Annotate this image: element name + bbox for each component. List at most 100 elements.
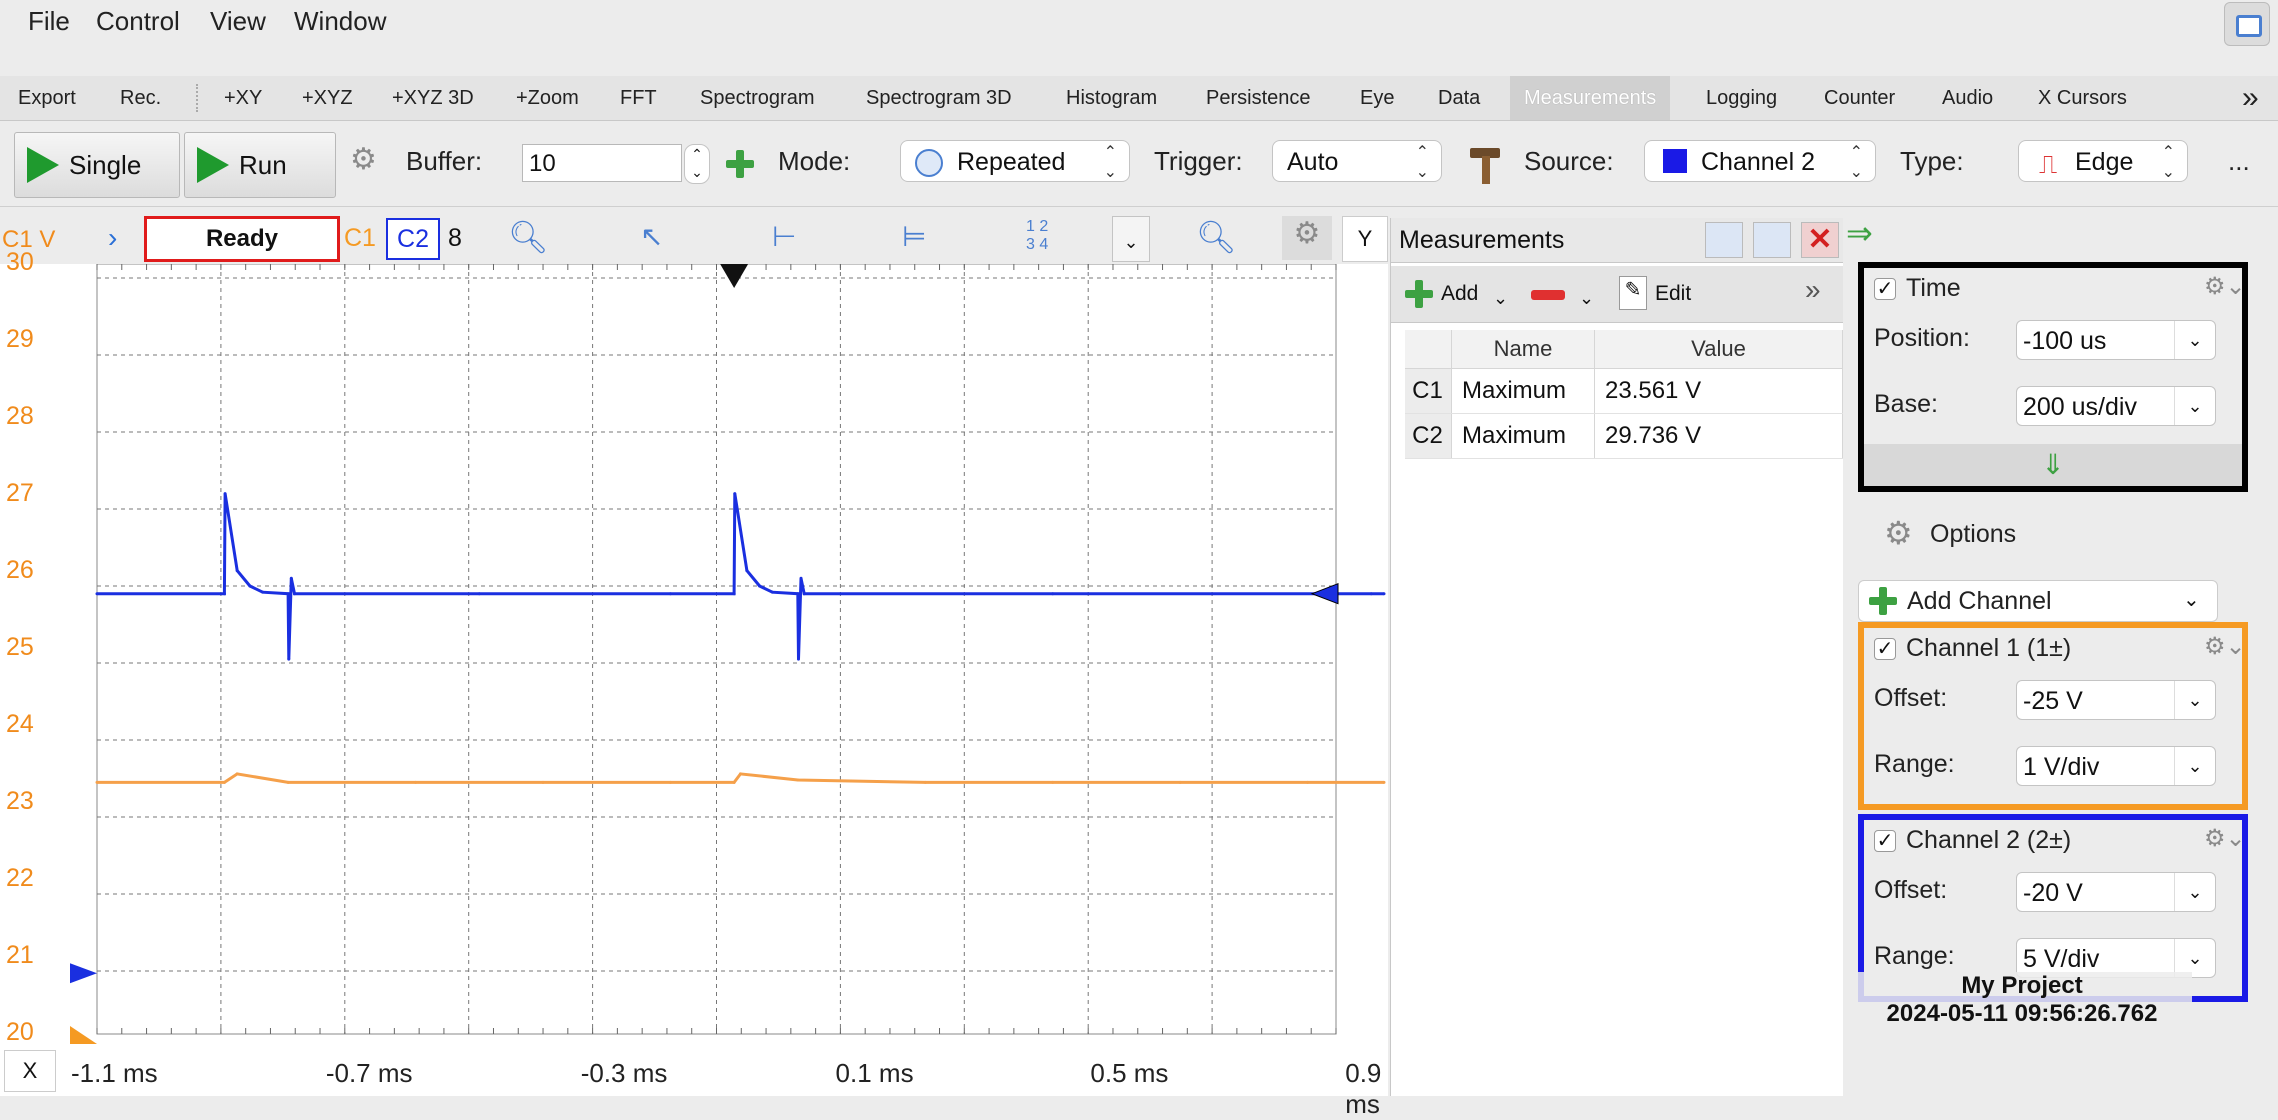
zoom-magnifier-icon[interactable]: 🔍︎	[508, 218, 549, 256]
tab-data[interactable]: Data	[1424, 76, 1494, 120]
horizontal-cursor-icon[interactable]: ⊢	[772, 220, 796, 253]
x-axis-button[interactable]: X	[4, 1050, 56, 1092]
channel-2-offset-label: Offset:	[1874, 876, 1948, 904]
data-point-c1	[796, 778, 800, 782]
tab-xy[interactable]: +XY	[210, 76, 276, 120]
source-label: Source:	[1524, 146, 1614, 176]
menu-file[interactable]: File	[28, 6, 70, 37]
add-channel-button[interactable]: Add Channel ⌄	[1858, 580, 2218, 622]
data-point-c2	[796, 592, 800, 596]
data-point-c1	[541, 780, 545, 784]
expand-arrow-icon[interactable]: ›	[108, 222, 117, 254]
c1-channel-button[interactable]: C1	[344, 224, 376, 253]
options-gear-icon[interactable]: ⚙	[1884, 514, 1913, 552]
edit-pencil-icon[interactable]: ✎	[1619, 276, 1647, 310]
time-expand-button[interactable]: ⇓	[1864, 444, 2242, 486]
single-button[interactable]: Single	[14, 132, 180, 198]
table-row[interactable]: C1 Maximum 23.561 V	[1405, 368, 1843, 414]
close-icon[interactable]: ✕	[1801, 222, 1839, 258]
channel-1-range-dropdown-icon: ⌄	[2174, 747, 2215, 785]
data-point-c2	[745, 569, 749, 573]
data-point-c2	[796, 657, 800, 661]
undock-icon[interactable]	[1705, 222, 1743, 258]
oscilloscope-chart[interactable]	[0, 264, 1388, 1044]
channel-1-range-select[interactable]: 1 V/div ⌄	[2016, 746, 2216, 786]
run-button[interactable]: Run	[184, 132, 336, 198]
add-dropdown-chevron-icon[interactable]: ⌄	[1493, 288, 1508, 309]
add-measurement-plus-icon[interactable]	[1405, 280, 1433, 308]
add-measurement-button[interactable]: Add	[1441, 282, 1478, 306]
tab-xyz-3d[interactable]: +XYZ 3D	[378, 76, 488, 120]
buffer-stepper[interactable]: ⌃ ⌄	[684, 144, 710, 184]
position-select[interactable]: -100 us ⌄	[2016, 320, 2216, 360]
tab-logging[interactable]: Logging	[1692, 76, 1791, 120]
tab-audio[interactable]: Audio	[1928, 76, 2007, 120]
y-axis-button[interactable]: Y	[1342, 216, 1388, 262]
add-instrument-plus-icon[interactable]	[726, 150, 754, 178]
remove-measurement-icon[interactable]	[1531, 290, 1565, 300]
data-point-c2	[223, 492, 227, 496]
type-select-arrows-icon: ⌃ ⌄	[2161, 144, 2175, 181]
mode-select[interactable]: Repeated ⌃ ⌄	[900, 140, 1130, 182]
x-axis-button-label: X	[22, 1058, 38, 1083]
edit-measurement-button[interactable]: Edit	[1655, 282, 1691, 306]
channel-2-enable-checkbox[interactable]: ✓	[1874, 830, 1896, 852]
menu-view[interactable]: View	[210, 6, 266, 37]
tab-histogram[interactable]: Histogram	[1052, 76, 1171, 120]
tab-xyz[interactable]: +XYZ	[288, 76, 367, 120]
tab-spectrogram[interactable]: Spectrogram	[686, 76, 829, 120]
project-name: My Project	[1961, 972, 2083, 999]
tab-x-cursors[interactable]: X Cursors	[2024, 76, 2141, 120]
channel-1-enable-checkbox[interactable]: ✓	[1874, 638, 1896, 660]
tab-zoom[interactable]: +Zoom	[502, 76, 593, 120]
x-tick-label: 0.9 ms	[1345, 1058, 1382, 1119]
toolbar-more-button[interactable]: ...	[2228, 146, 2250, 177]
c2-channel-button[interactable]: C2	[386, 218, 440, 260]
channel-2-gear-icon[interactable]: ⚙⌄	[2204, 824, 2246, 853]
tab-rec[interactable]: Rec.	[106, 76, 175, 120]
channel-grid-hint[interactable]: 1 2 3 4	[1026, 218, 1048, 254]
scope-control-strip: C1 V › Ready C1 C2 8 🔍︎ ↖ ⊢ ⊨ 1 2 3 4 ⌄ …	[0, 214, 1388, 264]
menu-window[interactable]: Window	[294, 6, 386, 37]
data-point-c1	[668, 780, 672, 784]
tab-overflow-icon[interactable]: »	[2228, 76, 2273, 120]
type-select[interactable]: ⎍ Edge ⌃ ⌄	[2018, 140, 2188, 182]
zoom-fit-icon[interactable]: 🔍︎	[1196, 218, 1237, 256]
base-select[interactable]: 200 us/div ⌄	[2016, 386, 2216, 426]
buffer-input[interactable]: 10	[522, 144, 682, 182]
source-select[interactable]: Channel 2 ⌃ ⌄	[1644, 140, 1876, 182]
menu-control[interactable]: Control	[96, 6, 180, 37]
tab-counter[interactable]: Counter	[1810, 76, 1909, 120]
tab-export[interactable]: Export	[4, 76, 90, 120]
oscilloscope-plot[interactable]: 30 29 28 27 26 25 24 23 22 21 20	[0, 248, 1388, 1046]
multi-cursor-icon[interactable]: ⊨	[902, 220, 926, 253]
view-dropdown-button[interactable]: ⌄	[1112, 216, 1150, 262]
acquisition-settings-gear-icon[interactable]: ⚙	[350, 142, 377, 177]
restore-window-icon[interactable]	[2224, 2, 2270, 46]
tab-eye[interactable]: Eye	[1346, 76, 1408, 120]
remove-dropdown-chevron-icon[interactable]: ⌄	[1579, 288, 1594, 309]
time-enable-checkbox[interactable]: ✓	[1874, 278, 1896, 300]
tab-persistence[interactable]: Persistence	[1192, 76, 1325, 120]
c1-offset-marker	[70, 1026, 97, 1044]
time-settings-gear-icon[interactable]: ⚙⌄	[2204, 272, 2246, 301]
channel-column-header	[1405, 330, 1452, 369]
measurements-overflow-icon[interactable]: »	[1805, 274, 1821, 306]
channel-2-offset-select[interactable]: -20 V ⌄	[2016, 872, 2216, 912]
panel-collapse-arrow-icon[interactable]: ⇒	[1846, 214, 1873, 252]
channel-1-gear-icon[interactable]: ⚙⌄	[2204, 632, 2246, 661]
tab-measurements[interactable]: Measurements	[1510, 76, 1671, 120]
data-point-c2	[1369, 592, 1373, 596]
maximize-icon[interactable]	[1753, 222, 1791, 258]
single-button-label: Single	[69, 149, 142, 180]
options-label[interactable]: Options	[1930, 520, 2016, 549]
trigger-select[interactable]: Auto ⌃ ⌄	[1272, 140, 1442, 182]
channel-1-offset-select[interactable]: -25 V ⌄	[2016, 680, 2216, 720]
scope-settings-gear-icon[interactable]: ⚙	[1282, 216, 1332, 260]
cursor-pointer-icon[interactable]: ↖	[640, 220, 663, 253]
y-axis-button-label: Y	[1357, 226, 1373, 251]
tab-fft[interactable]: FFT	[606, 76, 671, 120]
data-point-c2	[248, 584, 252, 588]
tab-spectrogram-3d[interactable]: Spectrogram 3D	[852, 76, 1026, 120]
table-row[interactable]: C2 Maximum 29.736 V	[1405, 413, 1843, 459]
